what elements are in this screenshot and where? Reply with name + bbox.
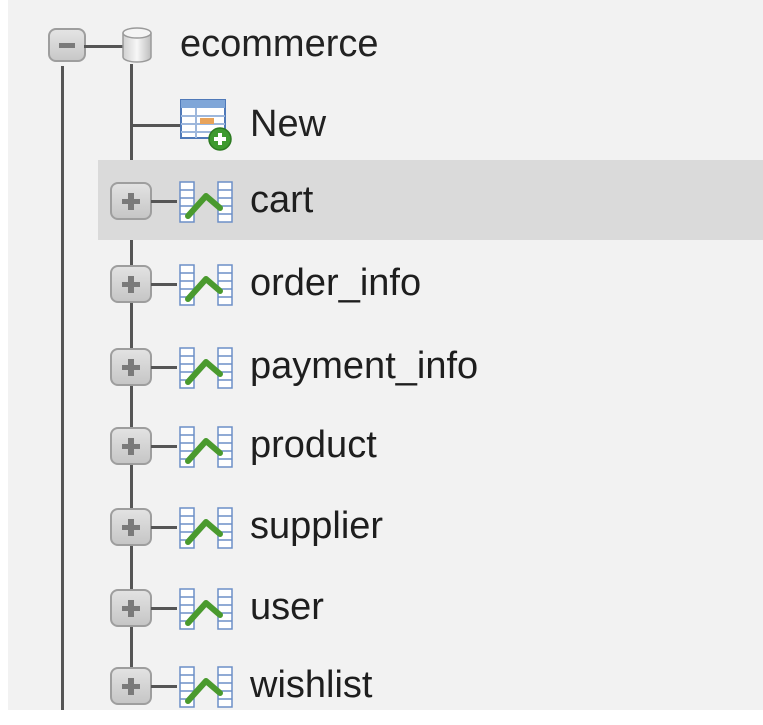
table-icon[interactable]	[174, 344, 238, 392]
expand-toggle-icon[interactable]	[110, 427, 152, 465]
expand-toggle-icon[interactable]	[110, 508, 152, 546]
database-name[interactable]: ecommerce	[180, 22, 379, 66]
table-name[interactable]: payment_info	[250, 344, 478, 388]
tree-connector	[84, 45, 124, 48]
table-name[interactable]: cart	[250, 178, 313, 222]
table-row-supplier[interactable]: supplier	[98, 486, 763, 566]
table-name[interactable]: wishlist	[250, 663, 372, 707]
table-icon[interactable]	[174, 585, 238, 633]
table-icon[interactable]	[174, 423, 238, 471]
table-icon[interactable]	[174, 663, 238, 711]
table-row-cart[interactable]: cart	[98, 160, 763, 240]
table-icon[interactable]	[174, 178, 238, 226]
new-label: New	[250, 103, 327, 145]
table-row-wishlist[interactable]: wishlist	[98, 645, 763, 725]
table-row-user[interactable]: user	[98, 567, 763, 647]
database-icon[interactable]	[120, 26, 154, 64]
expand-toggle-icon[interactable]	[110, 265, 152, 303]
expand-toggle-icon[interactable]	[110, 182, 152, 220]
expand-toggle-icon[interactable]	[110, 589, 152, 627]
expand-toggle-icon[interactable]	[110, 667, 152, 705]
collapse-toggle-icon[interactable]	[48, 28, 86, 62]
table-row-product[interactable]: product	[98, 405, 763, 485]
table-icon[interactable]	[174, 261, 238, 309]
new-table-item[interactable]: New	[178, 98, 578, 154]
table-name[interactable]: supplier	[250, 504, 383, 548]
table-name[interactable]: user	[250, 585, 324, 629]
new-table-icon	[180, 99, 232, 151]
table-icon[interactable]	[174, 504, 238, 552]
table-row-payment-info[interactable]: payment_info	[98, 326, 763, 406]
expand-toggle-icon[interactable]	[110, 348, 152, 386]
table-name[interactable]: order_info	[250, 261, 421, 305]
tree-line-outer	[61, 66, 64, 710]
table-row-order-info[interactable]: order_info	[98, 243, 763, 323]
table-name[interactable]: product	[250, 423, 377, 467]
database-node: ecommerce	[8, 12, 763, 72]
